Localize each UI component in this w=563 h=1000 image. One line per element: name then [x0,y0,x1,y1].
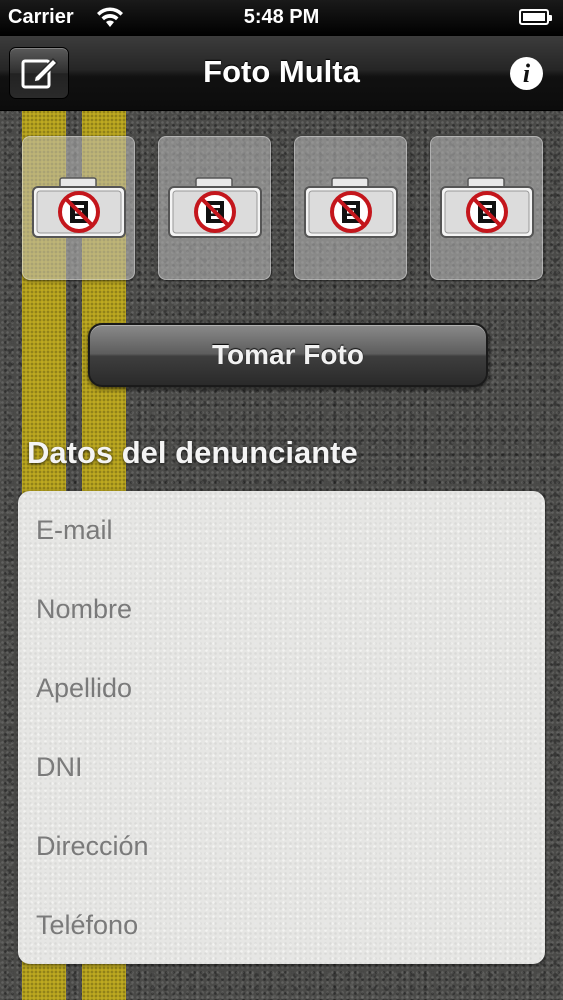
photo-slot-3[interactable] [294,136,407,280]
navigation-bar: Foto Multa i [0,36,563,111]
no-photo-camera-icon [303,177,398,238]
page-title: Foto Multa [203,54,360,89]
battery-icon [519,9,552,25]
address-input[interactable] [18,807,545,886]
address-field[interactable] [18,807,545,886]
phone-input[interactable] [18,886,545,964]
photo-slot-2[interactable] [158,136,271,280]
info-button[interactable]: i [510,57,543,90]
clock: 5:48 PM [243,6,320,28]
first-name-input[interactable] [18,570,545,649]
email-field[interactable] [18,491,545,570]
reporter-form [18,491,545,964]
no-photo-camera-icon [167,177,262,238]
dni-field[interactable] [18,728,545,807]
last-name-field[interactable] [18,649,545,728]
phone-field[interactable] [18,886,545,964]
section-header-reporter: Datos del denunciante [27,435,358,470]
info-icon: i [522,59,531,88]
photo-slot-1[interactable] [22,136,135,280]
email-input[interactable] [18,491,545,570]
take-photo-button[interactable]: Tomar Foto [88,323,488,387]
first-name-field[interactable] [18,570,545,649]
dni-input[interactable] [18,728,545,807]
no-photo-camera-icon [31,177,126,238]
last-name-input[interactable] [18,649,545,728]
photo-slot-4[interactable] [430,136,543,280]
no-photo-camera-icon [439,177,534,238]
status-bar: Carrier 5:48 PM [0,0,563,36]
